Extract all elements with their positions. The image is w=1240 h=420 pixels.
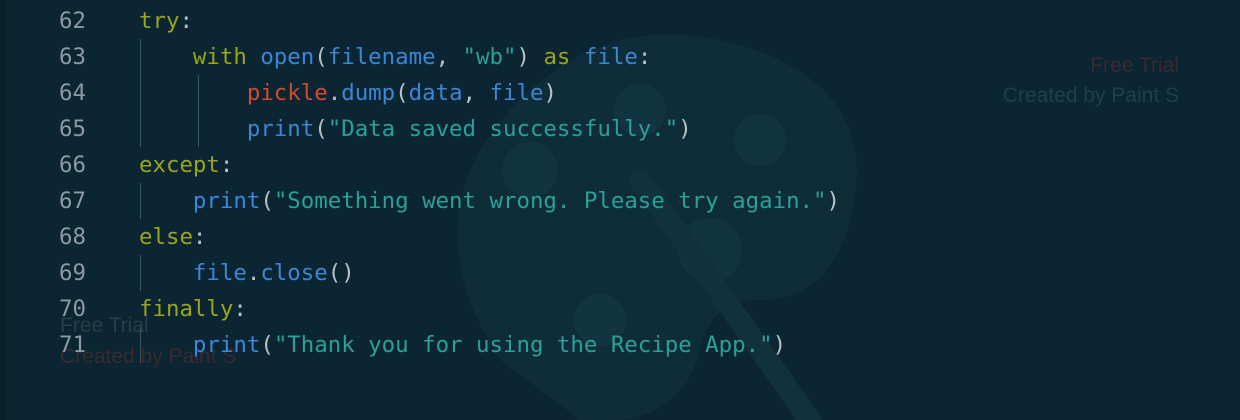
code-text[interactable]: else: — [139, 219, 206, 255]
code-text[interactable]: print("Data saved successfully.") — [139, 111, 692, 147]
code-token: ) — [516, 44, 544, 70]
code-token: open — [260, 44, 315, 70]
code-token: finally — [139, 296, 234, 322]
code-token: , — [462, 80, 490, 106]
line-number: 69 — [59, 260, 86, 286]
code-text[interactable]: file.close() — [139, 255, 355, 291]
code-token: "Thank you for using the Recipe App." — [273, 332, 773, 358]
code-token: print — [192, 332, 261, 358]
code-token: : — [179, 8, 193, 34]
code-token: : — [219, 152, 234, 178]
line-number: 71 — [59, 332, 86, 358]
code-token: ( — [260, 188, 274, 214]
code-token: as — [543, 44, 571, 70]
line-number: 65 — [59, 116, 86, 142]
code-text[interactable]: except: — [139, 147, 233, 183]
code-token: . — [246, 260, 261, 286]
code-token: file — [489, 80, 544, 106]
code-token: dump — [341, 80, 396, 106]
code-text[interactable]: finally: — [139, 291, 247, 327]
code-token: ( — [314, 44, 328, 70]
code-line[interactable]: 71 print("Thank you for using the Recipe… — [0, 327, 1240, 363]
code-token: file — [192, 260, 247, 286]
line-number: 63 — [59, 44, 86, 70]
code-token: ( — [395, 80, 409, 106]
code-token: print — [246, 116, 315, 142]
code-line[interactable]: 63 with open(filename, "wb") as file: — [0, 39, 1240, 75]
code-token: "wb" — [462, 44, 517, 70]
code-line[interactable]: 64 pickle.dump(data, file) — [0, 75, 1240, 111]
code-line[interactable]: 65 print("Data saved successfully.") — [0, 111, 1240, 147]
code-token: else — [139, 224, 193, 250]
code-token: : — [192, 224, 207, 250]
code-line[interactable]: 62 try: — [0, 3, 1240, 39]
code-line[interactable]: 67 print("Something went wrong. Please t… — [0, 183, 1240, 219]
code-text[interactable]: print("Something went wrong. Please try … — [139, 183, 840, 219]
code-token: ( — [260, 332, 274, 358]
code-token: ) — [543, 80, 557, 106]
code-editor[interactable]: Free Trial Created by Paint S Free Trial… — [0, 0, 1240, 420]
line-number: 68 — [59, 224, 86, 250]
code-token: : — [233, 296, 247, 322]
code-token: close — [260, 260, 328, 286]
code-line[interactable]: 68 else: — [0, 219, 1240, 255]
line-number: 62 — [59, 8, 86, 34]
code-token: ) — [826, 188, 840, 214]
code-token: "Something went wrong. Please try again.… — [273, 188, 827, 214]
code-line[interactable]: 66 except: — [0, 147, 1240, 183]
code-text[interactable]: with open(filename, "wb") as file: — [139, 39, 651, 75]
code-token: ) — [678, 116, 692, 142]
code-token: pickle — [246, 80, 328, 106]
code-token: () — [327, 260, 355, 286]
code-token: try — [139, 8, 180, 34]
code-line[interactable]: 69 file.close() — [0, 255, 1240, 291]
code-token: ( — [314, 116, 328, 142]
code-token: : — [637, 44, 652, 70]
code-token: except — [139, 152, 220, 178]
code-token: file — [583, 44, 638, 70]
code-text[interactable]: print("Thank you for using the Recipe Ap… — [139, 327, 786, 363]
code-lines[interactable]: 62 try: 63 with open(filename, "wb") as fi… — [0, 3, 1240, 363]
code-token: , — [435, 44, 463, 70]
code-token: data — [408, 80, 463, 106]
code-token: filename — [327, 44, 436, 70]
line-number: 70 — [59, 296, 86, 322]
code-line[interactable]: 70 finally: — [0, 291, 1240, 327]
line-number: 67 — [59, 188, 86, 214]
code-text[interactable]: pickle.dump(data, file) — [139, 75, 557, 111]
line-number: 66 — [59, 152, 86, 178]
code-token: ) — [772, 332, 787, 358]
code-token: "Data saved successfully." — [327, 116, 679, 142]
code-token: print — [192, 188, 261, 214]
code-text[interactable]: try: — [139, 3, 193, 39]
line-number: 64 — [59, 80, 86, 106]
code-token: . — [327, 80, 342, 106]
code-token: with — [192, 44, 247, 70]
